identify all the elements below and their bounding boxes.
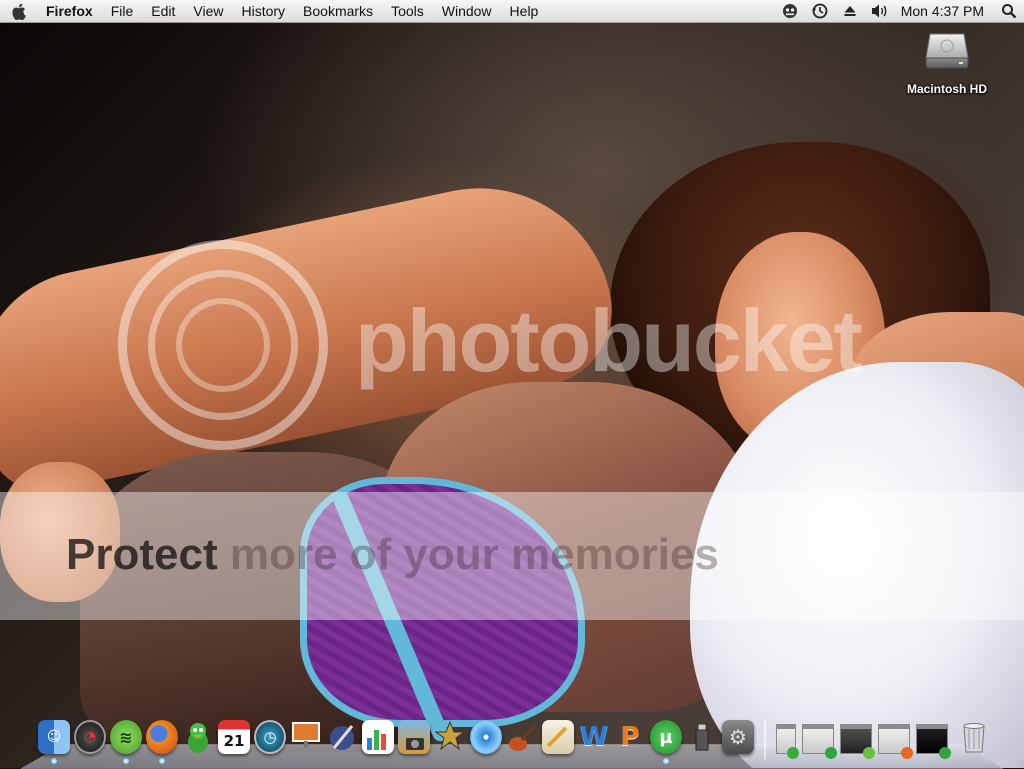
app-badge-icon [825,747,837,759]
macintosh-hd-desktop-icon[interactable]: Macintosh HD [895,30,999,96]
volume-icon[interactable] [865,0,895,22]
watermark-slogan-faint: more of your memories [229,530,719,579]
spotify-waves-glyph: ≋ [119,727,133,747]
running-indicator [123,758,129,764]
script-editor-icon[interactable] [326,720,358,754]
trash-icon[interactable] [958,720,990,754]
window-titlebar [777,725,795,729]
app-badge-icon [863,747,875,759]
app-badge-icon [787,747,799,759]
dashboard-icon[interactable]: ◔ [74,720,106,754]
time-machine-clock-glyph: ◷ [263,728,277,746]
eject-icon[interactable] [835,0,865,22]
usb-drive-icon[interactable] [686,720,718,754]
menu-extras: Mon 4:37 PM [775,0,1024,22]
garageband-icon[interactable] [506,720,538,754]
dvd-player-icon[interactable] [470,720,502,754]
menu-file[interactable]: File [102,0,143,22]
watermark-slogan-dark: Protect [66,530,230,579]
iphoto-icon[interactable] [398,720,430,754]
dock: ☺ ◔ ≋ 21 ◷ W P µ ⚙ [38,720,998,768]
minimized-window-2[interactable] [802,724,837,759]
watermark-ring [176,298,270,392]
watermark-brand: photobucket [355,291,863,390]
powerpoint-glyph: P [620,722,640,752]
menu-view[interactable]: View [184,0,232,22]
dock-separator [764,720,766,760]
firefox-icon[interactable] [146,720,178,764]
utorrent-glyph: µ [659,726,673,748]
time-machine-dock-icon[interactable]: ◷ [254,720,286,754]
minimized-window-4[interactable] [878,724,913,759]
pages-icon[interactable] [542,720,574,754]
menu-tools[interactable]: Tools [382,0,433,22]
finder-face-glyph: ☺ [46,729,62,745]
macintosh-hd-label: Macintosh HD [906,82,987,96]
menu-history[interactable]: History [232,0,294,22]
finder-icon[interactable]: ☺ [38,720,70,764]
window-titlebar [917,725,947,729]
running-indicator [159,758,165,764]
running-indicator [663,758,669,764]
menu-bar: Firefox File Edit View History Bookmarks… [0,0,1024,23]
menu-app-firefox[interactable]: Firefox [36,0,102,22]
apple-menu-icon[interactable] [0,3,36,20]
utorrent-icon[interactable]: µ [650,720,682,764]
menu-window[interactable]: Window [433,0,501,22]
word-icon[interactable]: W [578,720,610,754]
powerpoint-icon[interactable]: P [614,720,646,754]
menu-help[interactable]: Help [501,0,548,22]
app-badge-icon [939,747,951,759]
minimized-window-1[interactable] [776,724,799,759]
app-badge-icon [901,747,913,759]
window-titlebar [803,725,833,729]
adium-icon[interactable] [182,720,214,754]
menu-edit[interactable]: Edit [142,0,184,22]
watermark-slogan: Protect more of your memories [66,530,719,580]
numbers-icon[interactable] [362,720,394,754]
skype-icon[interactable] [775,0,805,22]
ical-icon[interactable]: 21 [218,720,250,754]
menu-clock[interactable]: Mon 4:37 PM [895,0,994,22]
keynote-icon[interactable] [290,720,322,754]
word-glyph: W [579,722,609,752]
running-indicator [51,758,57,764]
time-machine-icon[interactable] [805,0,835,22]
gear-icon: ⚙ [729,725,747,749]
system-preferences-icon[interactable]: ⚙ [722,720,754,754]
menu-bookmarks[interactable]: Bookmarks [294,0,382,22]
spotlight-icon[interactable] [994,0,1024,22]
window-titlebar [841,725,871,729]
spotify-icon[interactable]: ≋ [110,720,142,764]
window-titlebar [879,725,909,729]
ical-date-glyph: 21 [223,731,245,750]
hard-drive-icon [924,30,970,72]
minimized-window-5[interactable] [916,724,951,759]
minimized-window-3[interactable] [840,724,875,759]
imovie-icon[interactable] [434,720,466,754]
dashboard-gauge-glyph: ◔ [83,729,97,745]
